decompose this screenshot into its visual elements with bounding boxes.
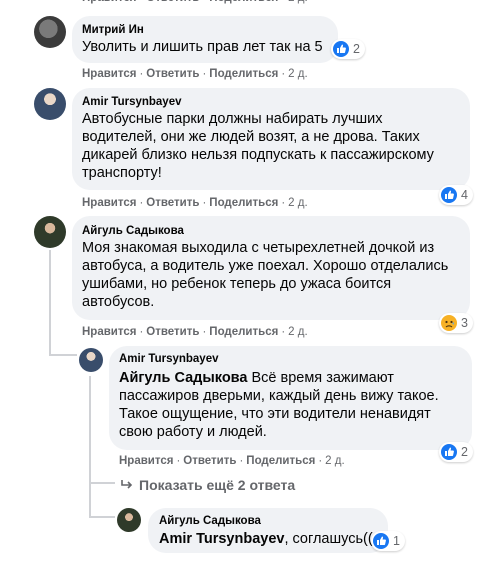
avatar[interactable] bbox=[34, 16, 66, 48]
reply-author[interactable]: Amir Tursynbayev bbox=[119, 353, 219, 365]
comment-author[interactable]: Айгуль Садыкова bbox=[82, 225, 184, 237]
comment-text: Уволить и лишить прав лет так на 5 bbox=[82, 39, 323, 55]
timestamp[interactable]: 2 д. bbox=[288, 326, 308, 338]
reaction-count[interactable]: 1 bbox=[371, 531, 405, 551]
like-icon bbox=[441, 187, 457, 203]
like-link[interactable]: Нравится bbox=[82, 326, 136, 338]
reply-author[interactable]: Айгуль Садыкова bbox=[159, 515, 261, 527]
like-icon bbox=[333, 41, 349, 57]
share-link[interactable]: Поделиться bbox=[209, 0, 278, 4]
like-icon bbox=[441, 444, 457, 460]
thread-line bbox=[89, 482, 115, 484]
thread-line bbox=[49, 354, 77, 356]
reply-link[interactable]: Ответить bbox=[146, 68, 199, 80]
comment-actions: Нравится · Ответить · Поделиться · 2 д. bbox=[82, 68, 308, 80]
reply-link[interactable]: Ответить bbox=[146, 0, 199, 4]
timestamp[interactable]: 2 д. bbox=[325, 455, 345, 467]
reply-text: Amir Tursynbayev, соглашусь(( bbox=[159, 531, 373, 547]
like-icon bbox=[373, 533, 389, 549]
avatar[interactable] bbox=[117, 508, 141, 532]
thread-line bbox=[89, 484, 91, 518]
share-link[interactable]: Поделиться bbox=[209, 197, 278, 209]
avatar[interactable] bbox=[34, 216, 66, 248]
timestamp[interactable]: 2 д. bbox=[288, 0, 308, 4]
timestamp[interactable]: 2 д. bbox=[288, 197, 308, 209]
avatar[interactable] bbox=[79, 348, 103, 372]
comment-actions: Нравится · Ответить · Поделиться · 2 д. bbox=[82, 326, 308, 338]
comment-author[interactable]: Митрий Ин bbox=[82, 24, 144, 36]
reply-link[interactable]: Ответить bbox=[146, 197, 199, 209]
reply-text: Айгуль Садыкова Всё время зажимают пасса… bbox=[119, 370, 439, 440]
reply-link[interactable]: Ответить bbox=[183, 455, 236, 467]
avatar[interactable] bbox=[34, 88, 66, 120]
thread-line bbox=[89, 516, 115, 518]
reply-arrow-icon bbox=[121, 480, 133, 489]
mention-link[interactable]: Айгуль Садыкова bbox=[119, 370, 247, 386]
reply-link[interactable]: Ответить bbox=[146, 326, 199, 338]
timestamp[interactable]: 2 д. bbox=[288, 68, 308, 80]
like-link[interactable]: Нравится bbox=[82, 0, 136, 4]
reaction-count[interactable]: 3 bbox=[439, 313, 473, 333]
share-link[interactable]: Поделиться bbox=[246, 455, 315, 467]
sad-icon bbox=[441, 315, 457, 331]
thread-line bbox=[49, 250, 51, 356]
like-link[interactable]: Нравится bbox=[82, 197, 136, 209]
comment-text: Моя знакомая выходила с четырехлетней до… bbox=[82, 240, 449, 310]
reply-actions: Нравится · Ответить · Поделиться · 2 д. bbox=[119, 455, 345, 467]
comment-author[interactable]: Amir Tursynbayev bbox=[82, 96, 182, 108]
comment-actions: Нравится · Ответить · Поделиться · 2 д. bbox=[82, 197, 308, 209]
show-more-replies-button[interactable]: Показать ещё 2 ответа bbox=[120, 477, 295, 493]
comment-text: Автобусные парки должны набирать лучших … bbox=[82, 111, 434, 181]
reaction-count[interactable]: 2 bbox=[439, 442, 473, 462]
reaction-count[interactable]: 4 bbox=[439, 185, 473, 205]
like-link[interactable]: Нравится bbox=[82, 68, 136, 80]
comment-actions-top: Нравится·Ответить·Поделиться·2 д. bbox=[82, 0, 308, 4]
mention-link[interactable]: Amir Tursynbayev bbox=[159, 531, 284, 547]
share-link[interactable]: Поделиться bbox=[209, 326, 278, 338]
reaction-count[interactable]: 2 bbox=[331, 39, 365, 59]
like-link[interactable]: Нравится bbox=[119, 455, 173, 467]
share-link[interactable]: Поделиться bbox=[209, 68, 278, 80]
thread-line bbox=[89, 376, 91, 484]
